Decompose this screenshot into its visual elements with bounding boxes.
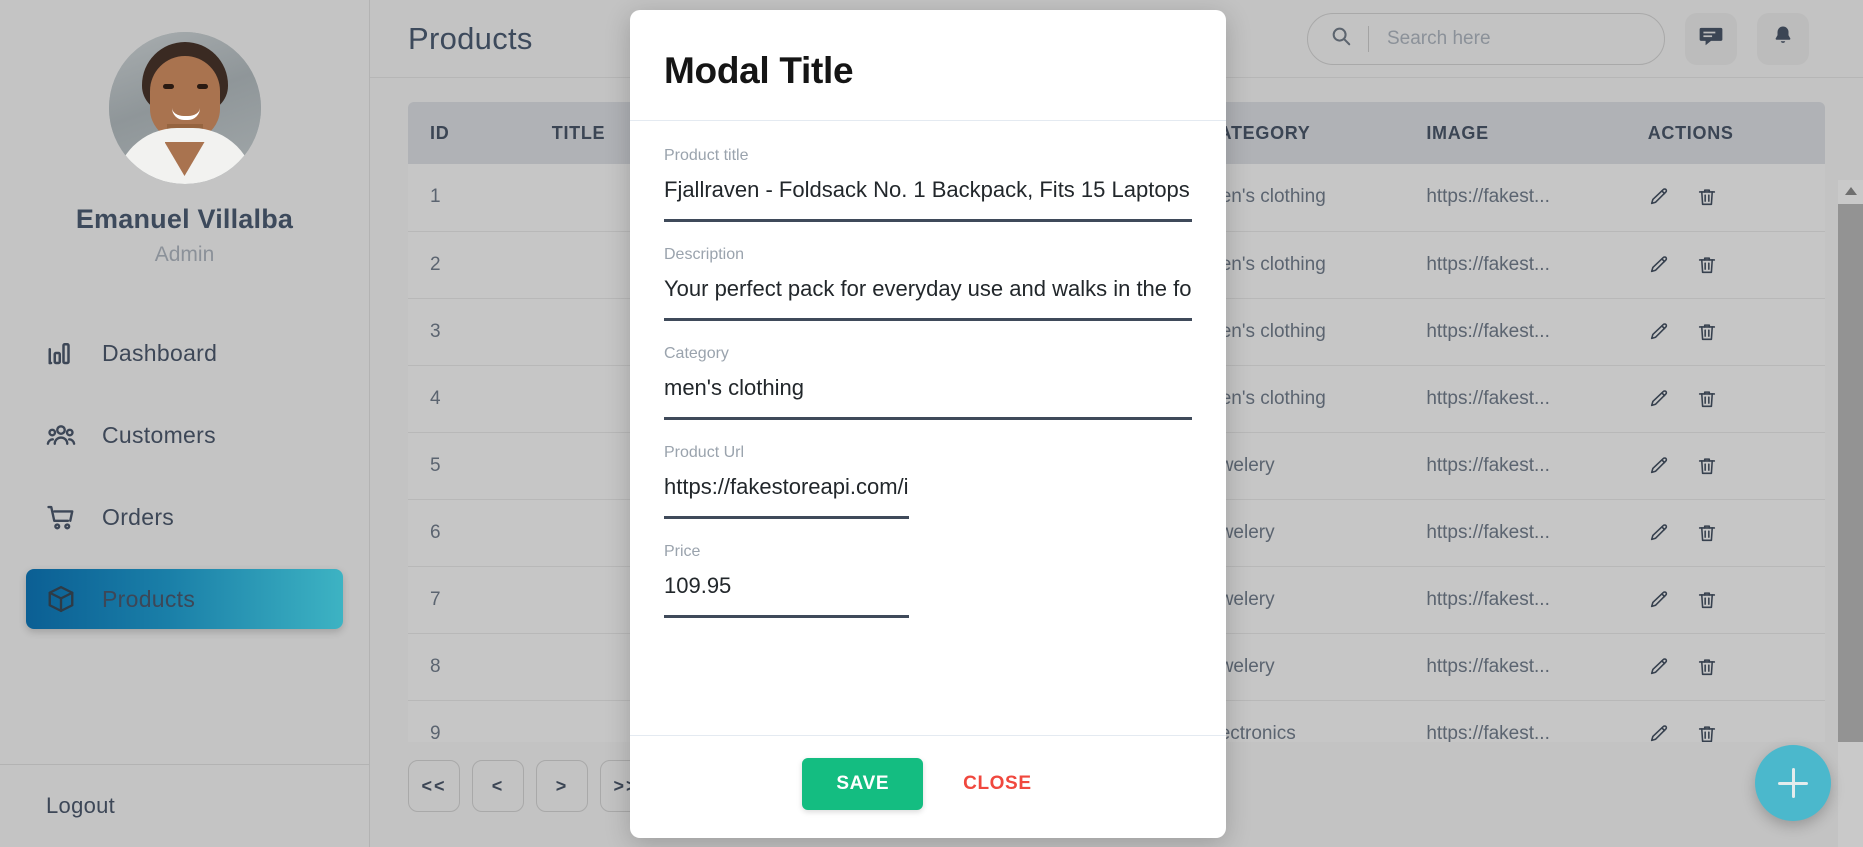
modal-field: Product Url https://fakestoreapi.com/i xyxy=(664,444,1192,519)
field-value[interactable]: Fjallraven - Foldsack No. 1 Backpack, Fi… xyxy=(664,173,1192,207)
modal-header: Modal Title xyxy=(630,10,1226,121)
modal-title: Modal Title xyxy=(664,50,854,91)
app-root: Emanuel Villalba Admin Dashboard Custome… xyxy=(0,0,1863,847)
modal-footer: SAVE CLOSE xyxy=(630,735,1226,838)
field-label: Category xyxy=(664,345,729,362)
modal-body: Product title Fjallraven - Foldsack No. 1… xyxy=(630,121,1226,735)
field-underline xyxy=(664,417,1192,420)
field-value[interactable]: https://fakestoreapi.com/i xyxy=(664,470,909,504)
modal-field: Price 109.95 xyxy=(664,543,1192,618)
field-underline xyxy=(664,615,909,618)
field-underline xyxy=(664,318,1192,321)
field-underline xyxy=(664,219,1192,222)
field-label: Product Url xyxy=(664,444,745,461)
field-value[interactable]: 109.95 xyxy=(664,569,909,603)
modal-field: Category men's clothing xyxy=(664,345,1192,420)
modal-field: Product title Fjallraven - Foldsack No. 1… xyxy=(664,147,1192,222)
field-value[interactable]: men's clothing xyxy=(664,371,1192,405)
product-modal: Modal Title Product title Fjallraven - Fo… xyxy=(630,10,1226,838)
save-button[interactable]: SAVE xyxy=(802,758,924,810)
close-button[interactable]: CLOSE xyxy=(941,758,1053,810)
field-label: Description xyxy=(664,246,745,263)
field-label: Product title xyxy=(664,147,749,164)
modal-field: Description Your perfect pack for everyda… xyxy=(664,246,1192,321)
field-value[interactable]: Your perfect pack for everyday use and w… xyxy=(664,272,1192,306)
field-underline xyxy=(664,516,909,519)
field-label: Price xyxy=(664,543,701,560)
